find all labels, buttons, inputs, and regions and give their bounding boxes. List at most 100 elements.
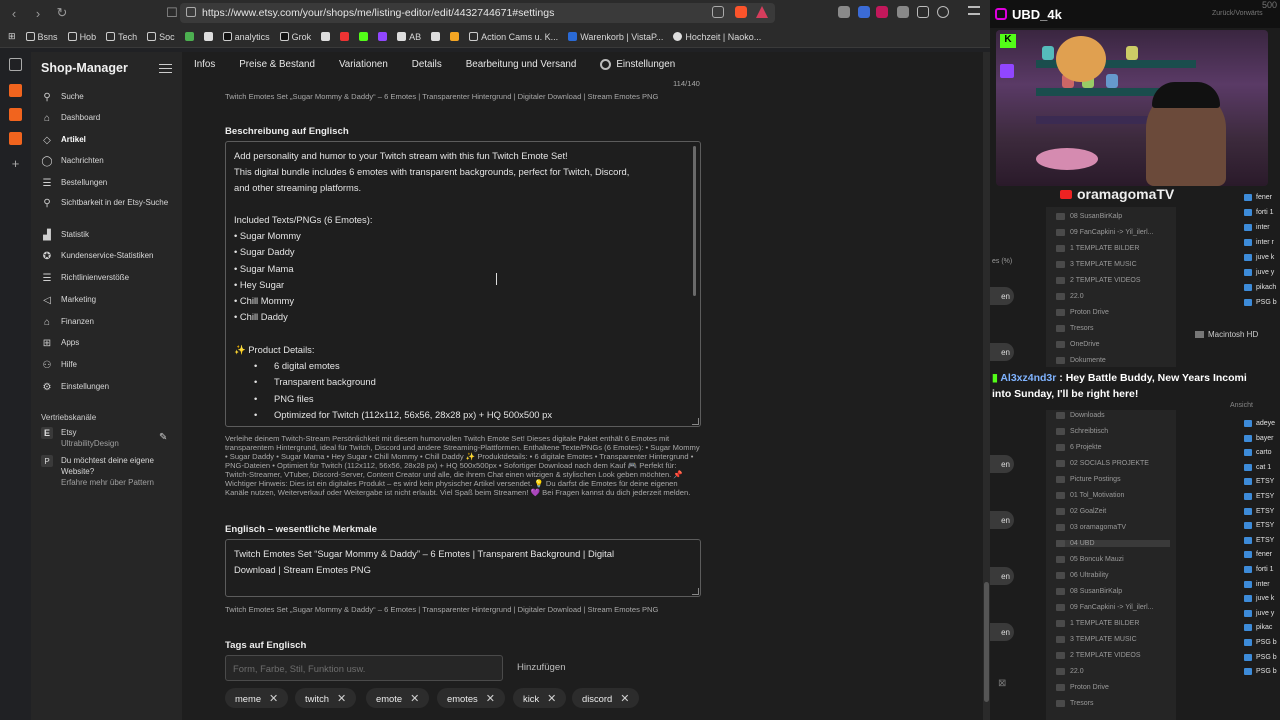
file-item[interactable]: forti 1	[1244, 209, 1274, 216]
extension-icon[interactable]	[897, 6, 909, 18]
bookmark-item[interactable]	[321, 32, 331, 41]
finder-item[interactable]: 1 TEMPLATE BILDER	[1056, 245, 1139, 252]
file-item[interactable]: juve k	[1244, 595, 1274, 603]
tab-details[interactable]: Details	[400, 59, 454, 70]
finder-item[interactable]: 01 Tol_Motivation	[1056, 492, 1124, 499]
sidebar-item-dashboard[interactable]: ⌂ Dashboard	[41, 112, 177, 124]
tab-versand[interactable]: Bearbeitung und Versand	[454, 59, 589, 70]
en-pill[interactable]: en	[990, 511, 1014, 529]
bookmark-item[interactable]	[378, 32, 388, 41]
sidebar-item-sichtbarkeit[interactable]: ⚲ Sichtbarkeit in der Etsy-Suche	[41, 197, 177, 209]
finder-item[interactable]: 08 SusanBirKalp	[1056, 213, 1122, 220]
bookmark-item[interactable]: Grok	[279, 32, 311, 42]
file-item[interactable]: PSG b	[1244, 639, 1277, 646]
brave-shield-icon[interactable]	[735, 6, 747, 18]
en-pill[interactable]: en	[990, 567, 1014, 585]
file-item[interactable]: carto	[1244, 449, 1272, 457]
textarea-scrollbar[interactable]	[693, 146, 696, 296]
bookmark-item[interactable]: Hochzeit | Naoko...	[673, 32, 761, 42]
bookmark-item[interactable]	[450, 32, 460, 41]
finder-item[interactable]: 09 FanCapkini -> Yil_ilerl...	[1056, 604, 1153, 611]
page-scrollbar[interactable]	[983, 52, 990, 720]
tab-preise[interactable]: Preise & Bestand	[227, 59, 327, 70]
finder-item[interactable]: Proton Drive	[1056, 309, 1109, 316]
finder-item-selected[interactable]: 04 UBD	[1056, 540, 1170, 547]
panel-toggle-icon[interactable]: ⊠	[998, 678, 1006, 689]
etsy-tab-icon[interactable]	[9, 132, 22, 145]
sidebar-toggle-icon[interactable]	[9, 58, 22, 71]
sidebar-item-artikel[interactable]: ◇ Artikel	[41, 134, 177, 146]
file-item[interactable]: inter r	[1244, 239, 1274, 246]
file-item[interactable]: juve k	[1244, 254, 1274, 261]
file-item[interactable]: PSG b	[1244, 299, 1277, 306]
sidebar-item-bestellungen[interactable]: ☰ Bestellungen	[41, 177, 177, 189]
remove-tag-icon[interactable]: ✕	[547, 692, 556, 705]
bookmark-item[interactable]	[203, 32, 213, 41]
file-item[interactable]: ETSY	[1244, 478, 1274, 486]
bookmark-item[interactable]	[359, 32, 369, 41]
file-item[interactable]: pikac	[1244, 624, 1272, 632]
description-textarea[interactable]: Add personality and humor to your Twitch…	[225, 141, 701, 427]
tab-infos[interactable]: Infos	[182, 59, 227, 70]
menu-icon[interactable]	[968, 6, 980, 15]
bookmark-item[interactable]: Warenkorb | VistaP...	[568, 32, 663, 42]
remove-tag-icon[interactable]: ✕	[410, 692, 419, 705]
finder-item[interactable]: Picture Postings	[1056, 476, 1121, 483]
sidebar-item-einstellungen[interactable]: ⚙ Einstellungen	[41, 381, 177, 393]
file-item[interactable]: juve y	[1244, 609, 1274, 617]
extension-icon[interactable]	[838, 6, 850, 18]
puzzle-icon[interactable]	[917, 6, 929, 18]
reload-icon[interactable]: ↻	[52, 3, 72, 23]
address-bar[interactable]: https://www.etsy.com/your/shops/me/listi…	[180, 3, 775, 23]
finder-item[interactable]: Tresors	[1056, 700, 1093, 707]
sidebar-item-suche[interactable]: ⚲ Suche	[41, 91, 177, 103]
bookmark-item[interactable]: Bsns	[25, 32, 58, 42]
file-item[interactable]: fener	[1244, 194, 1272, 201]
remove-tag-icon[interactable]: ✕	[269, 692, 278, 705]
bookmark-item[interactable]: Action Cams u. K...	[469, 32, 558, 42]
edit-pencil-icon[interactable]: ✎	[159, 432, 167, 443]
tab-variationen[interactable]: Variationen	[327, 59, 400, 70]
file-item[interactable]: ETSY	[1244, 493, 1274, 500]
file-item[interactable]: pikach	[1244, 284, 1276, 291]
file-item[interactable]: forti 1	[1244, 566, 1274, 573]
file-item[interactable]: inter	[1244, 224, 1270, 231]
sidebar-item-statistik[interactable]: ▟ Statistik	[41, 229, 177, 241]
resize-handle[interactable]	[692, 418, 699, 425]
resize-handle[interactable]	[692, 588, 699, 595]
extension-icon[interactable]	[858, 6, 870, 18]
sidebar-item-hilfe[interactable]: ⚇ Hilfe	[41, 359, 177, 371]
bookmark-icon[interactable]: ☐	[162, 3, 182, 23]
tag-input[interactable]: Form, Farbe, Stil, Funktion usw.	[225, 655, 503, 681]
finder-item[interactable]: Schreibtisch	[1056, 428, 1108, 435]
file-item[interactable]: bayer	[1244, 434, 1274, 442]
bookmark-item[interactable]	[184, 32, 194, 41]
finder-item[interactable]: 6 Projekte	[1056, 444, 1102, 451]
file-item[interactable]: inter	[1244, 580, 1270, 588]
sidebar-item-richtlinien[interactable]: ☰ Richtlinienverstöße	[41, 272, 177, 284]
finder-item[interactable]: Tresors	[1056, 325, 1093, 332]
file-item[interactable]: ETSY	[1244, 536, 1274, 544]
apps-grid-icon[interactable]: ⊞	[8, 31, 16, 42]
sidebar-item-marketing[interactable]: ◁ Marketing	[41, 294, 177, 306]
finder-item[interactable]: 02 GoalZeit	[1056, 508, 1106, 515]
sidebar-item-apps[interactable]: ⊞ Apps	[41, 337, 177, 349]
bookmark-item[interactable]: Hob	[67, 32, 96, 42]
finder-item[interactable]: 03 oramagomaTV	[1056, 524, 1126, 531]
en-pill[interactable]: en	[990, 623, 1014, 641]
share-icon[interactable]	[712, 6, 724, 18]
add-icon[interactable]: +	[9, 157, 22, 171]
file-item[interactable]: ETSY	[1244, 507, 1274, 515]
file-item[interactable]: juve y	[1244, 269, 1274, 276]
etsy-channel[interactable]: E Etsy UltrabilityDesign	[41, 427, 177, 449]
finder-item[interactable]: Proton Drive	[1056, 684, 1109, 691]
remove-tag-icon[interactable]: ✕	[486, 692, 495, 705]
bookmark-item[interactable]	[340, 32, 350, 41]
extension-icon[interactable]	[876, 6, 888, 18]
page-scroll-thumb[interactable]	[984, 582, 989, 702]
finder-item[interactable]: 05 Boncuk Mauzi	[1056, 556, 1124, 563]
en-pill[interactable]: en	[990, 455, 1014, 473]
bookmark-item[interactable]: Tech	[106, 32, 137, 42]
finder-item[interactable]: Downloads	[1056, 412, 1105, 419]
etsy-tab-icon[interactable]	[9, 108, 22, 121]
